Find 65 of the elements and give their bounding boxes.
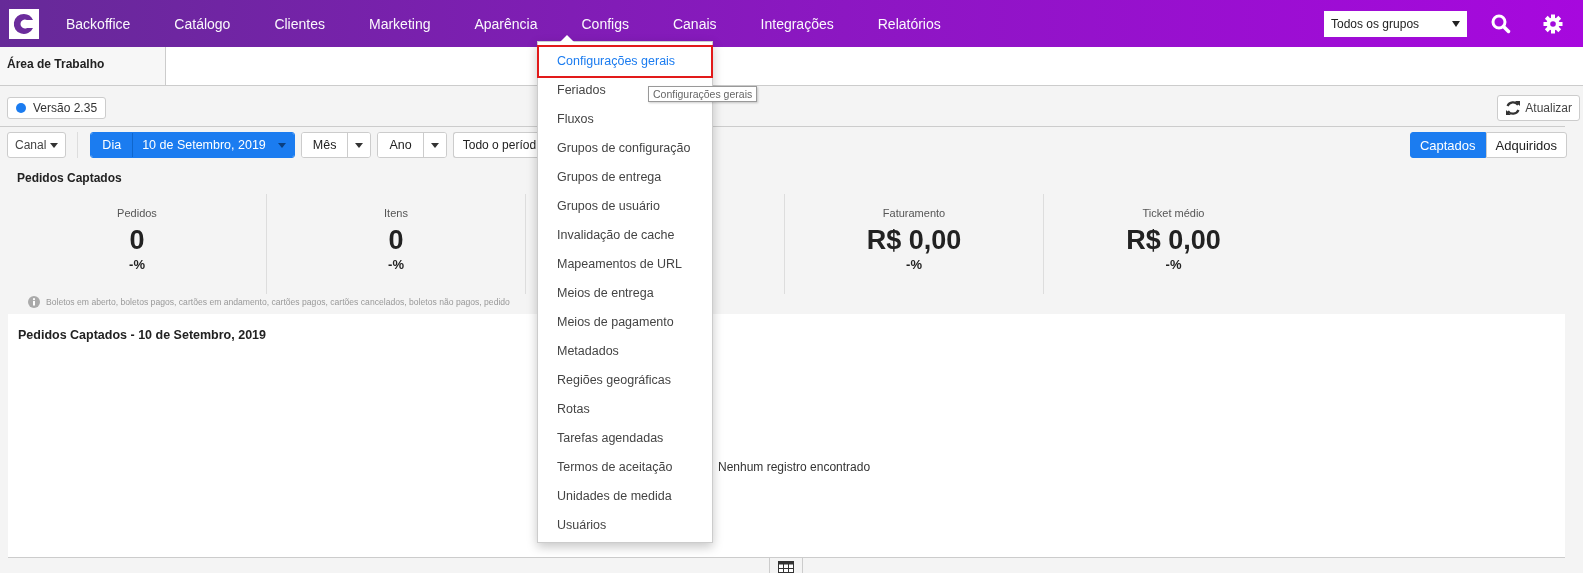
empty-message: Nenhum registro encontrado [718, 460, 871, 474]
menu-item[interactable]: Metadados [538, 337, 712, 366]
kpi-value: R$ 0,00 [866, 225, 962, 256]
kpi-label: Ticket médio [1142, 207, 1205, 219]
menu-item[interactable]: Tarefas agendadas [538, 424, 712, 453]
menu-item[interactable]: Configurações gerais [539, 47, 711, 76]
menu-item[interactable]: Grupos de configuração [538, 134, 712, 163]
kpi-label: Faturamento [882, 207, 946, 219]
nav-item[interactable]: Canais [672, 15, 717, 32]
tab[interactable]: Área de Trabalho [0, 47, 166, 85]
kpi-change: -% [388, 257, 404, 272]
menu-item[interactable]: Usuários [538, 511, 712, 540]
search-icon [1491, 13, 1511, 34]
menu-item[interactable]: Meios de entrega [538, 279, 712, 308]
section-title: Pedidos Captados [17, 171, 122, 185]
kpi-value: 0 [129, 225, 145, 256]
version-label: Versão 2.35 [33, 101, 98, 115]
caret-icon [277, 142, 286, 148]
date-dropdown[interactable]: 10 de Setembro, 2019 [132, 133, 294, 157]
nav-item[interactable]: Relatórios [877, 15, 941, 32]
menu-item[interactable]: Regiões geográficas [538, 366, 712, 395]
kpi-label: Itens [384, 207, 408, 219]
kpi-value: R$ 0,00 [1126, 225, 1221, 256]
refresh-button[interactable]: Atualizar [1497, 95, 1580, 121]
nav-item[interactable]: Configs [581, 15, 629, 32]
nav-item[interactable]: Clientes [274, 15, 325, 32]
caret-icon [430, 142, 439, 148]
menu-item[interactable]: Grupos de entrega [538, 163, 712, 192]
menu-item[interactable]: Unidades de medida [538, 482, 712, 511]
menu-item[interactable]: Termos de aceitação [538, 453, 712, 482]
kpi-change: -% [906, 257, 922, 272]
period-button[interactable]: Dia [91, 133, 133, 157]
nav-item[interactable]: Marketing [369, 15, 431, 32]
group-select[interactable]: Todos os grupos [1324, 10, 1467, 37]
kpi-value: 0 [388, 225, 404, 256]
date-dropdown[interactable] [422, 133, 446, 157]
panel-title: Pedidos Captados - 10 de Setembro, 2019 [18, 328, 266, 342]
info-icon [28, 296, 40, 308]
tooltip: Configurações gerais [648, 86, 758, 102]
toggle-button[interactable]: Adquiridos [1485, 132, 1567, 158]
kpi-label: Pedidos [117, 207, 157, 219]
menu-item[interactable]: Grupos de usuário [538, 192, 712, 221]
menu-item[interactable]: Fluxos [538, 105, 712, 134]
menu-item[interactable]: Meios de pagamento [538, 308, 712, 337]
menu-item[interactable]: Invalidação de cache [538, 221, 712, 250]
settings-icon [1543, 13, 1563, 34]
nav-item[interactable]: Catálogo [174, 15, 231, 32]
nav-item[interactable]: Aparência [474, 15, 538, 32]
note-text: Boletos em aberto, boletos pagos, cartões em andamento, cartões pagos, cartões cancelados, boletos não pagos, pedido [46, 297, 510, 307]
kpi-change: -% [1165, 257, 1182, 272]
nav-item[interactable]: Backoffice [66, 15, 131, 32]
logo-icon [9, 8, 39, 39]
menu-item[interactable]: Rotas [538, 395, 712, 424]
kpi-change: -% [129, 257, 145, 272]
table-icon [778, 561, 794, 573]
menu-item[interactable]: Mapeamentos de URL [538, 250, 712, 279]
date-dropdown[interactable] [347, 133, 371, 157]
caret-icon [355, 142, 364, 148]
toggle-button[interactable]: Captados [1409, 132, 1486, 158]
caret-icon [50, 142, 59, 148]
caret-icon [1452, 20, 1460, 27]
nav-item[interactable]: Integrações [760, 15, 834, 32]
refresh-icon [1505, 100, 1522, 116]
period-button[interactable]: Todo o períod [452, 132, 539, 158]
channel-dropdown[interactable]: Canal [7, 132, 67, 158]
